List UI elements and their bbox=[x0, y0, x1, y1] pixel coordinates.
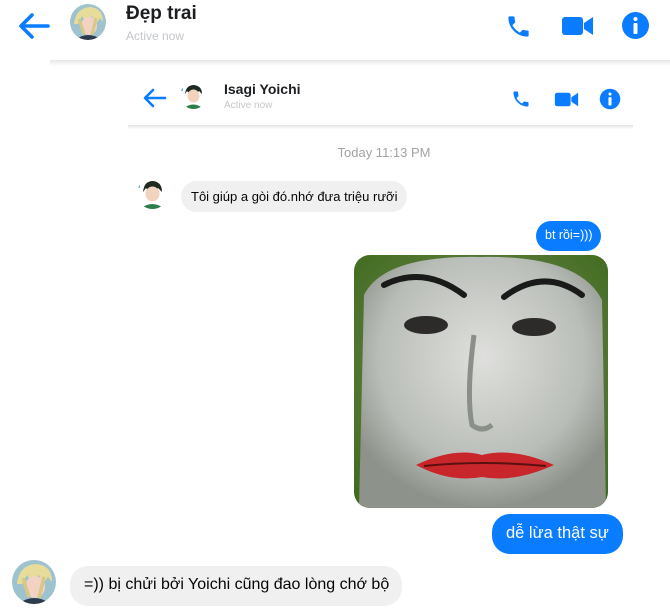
message-timestamp: Today 11:13 PM bbox=[337, 145, 431, 160]
meme-face-image[interactable] bbox=[354, 255, 608, 508]
header-shadow bbox=[50, 60, 670, 66]
embedded-contact-name: Isagi Yoichi bbox=[224, 81, 301, 97]
back-arrow-icon bbox=[143, 88, 167, 108]
message-bubble-incoming: Tôi giúp a gòi đó.nhớ đưa triệu rưỡi bbox=[181, 181, 408, 212]
phone-icon[interactable] bbox=[505, 13, 532, 40]
phone-icon bbox=[513, 91, 529, 107]
back-arrow-icon[interactable] bbox=[14, 8, 54, 44]
embedded-active-status: Active now bbox=[224, 100, 273, 111]
video-camera-icon bbox=[554, 92, 579, 107]
contact-avatar[interactable] bbox=[70, 4, 106, 40]
message-bubble-outgoing: bt rồi=))) bbox=[536, 221, 601, 251]
info-icon bbox=[599, 88, 621, 110]
active-status: Active now bbox=[126, 29, 185, 43]
video-camera-icon[interactable] bbox=[561, 12, 594, 40]
message-bubble-outgoing: dễ lừa thật sự bbox=[492, 514, 623, 554]
contact-name: Đẹp trai bbox=[126, 3, 197, 24]
embedded-header-divider bbox=[128, 125, 633, 129]
message-bubble-incoming: =)) bị chửi bởi Yoichi cũng đao lòng chớ… bbox=[70, 566, 403, 606]
sender-avatar bbox=[12, 560, 56, 604]
sender-avatar bbox=[137, 178, 168, 209]
info-icon[interactable] bbox=[621, 11, 650, 40]
embedded-contact-avatar bbox=[180, 82, 207, 109]
